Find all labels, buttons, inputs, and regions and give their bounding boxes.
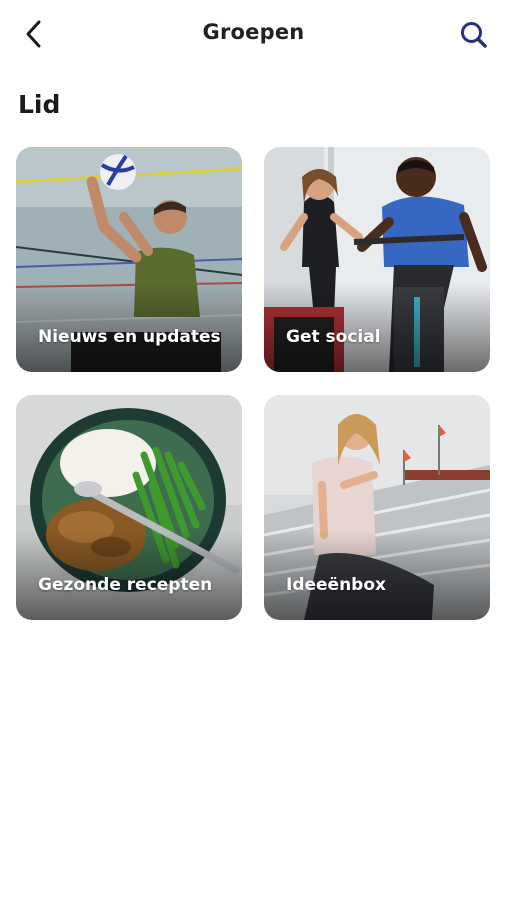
top-bar: Groepen <box>0 0 507 72</box>
groups-grid: Nieuws en updates Get social Gezonde rec… <box>16 147 492 621</box>
section-title: Lid <box>18 90 61 119</box>
group-tile-gezonde-recepten[interactable]: Gezonde recepten <box>16 395 242 620</box>
group-label: Nieuws en updates <box>38 327 221 347</box>
group-tile-nieuws-en-updates[interactable]: Nieuws en updates <box>16 147 242 372</box>
group-label: Gezonde recepten <box>38 575 213 595</box>
group-label: Ideeënbox <box>286 575 386 595</box>
page-title: Groepen <box>202 20 305 44</box>
search-icon <box>461 22 487 48</box>
group-label: Get social <box>286 327 381 347</box>
group-tile-get-social[interactable]: Get social <box>264 147 490 372</box>
search-button[interactable] <box>457 18 491 52</box>
group-tile-ideeenbox[interactable]: Ideeënbox <box>264 395 490 620</box>
